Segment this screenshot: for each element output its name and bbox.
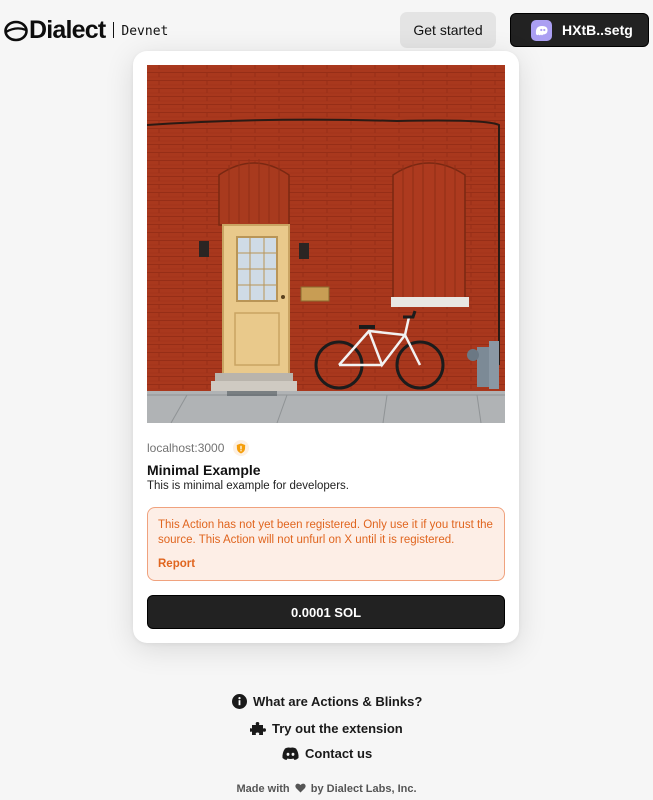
dialect-logo[interactable]: Dialect Devnet bbox=[4, 16, 168, 44]
made-with-prefix: Made with bbox=[236, 783, 290, 795]
puzzle-icon bbox=[250, 720, 266, 736]
warning-line-1: This Action has not yet been registered.… bbox=[158, 519, 493, 531]
what-are-actions-label: What are Actions & Blinks? bbox=[253, 694, 423, 709]
wallet-button[interactable]: HXtB..setg bbox=[510, 13, 649, 47]
action-card: localhost:3000 Minimal Example This is m… bbox=[133, 51, 519, 643]
environment-label: Devnet bbox=[121, 23, 169, 39]
info-icon bbox=[232, 694, 247, 709]
contact-us-label: Contact us bbox=[305, 746, 373, 761]
wallet-address: HXtB..setg bbox=[562, 22, 633, 38]
security-warning-icon[interactable] bbox=[233, 440, 250, 456]
donate-sol-button[interactable]: 0.0001 SOL bbox=[147, 595, 505, 629]
dialect-logo-icon bbox=[4, 19, 28, 42]
get-started-button[interactable]: Get started bbox=[400, 12, 496, 48]
made-with-suffix: by Dialect Labs, Inc. bbox=[310, 783, 417, 795]
action-host: localhost:3000 bbox=[147, 440, 250, 456]
action-image bbox=[147, 65, 505, 423]
report-link[interactable]: Report bbox=[158, 558, 195, 570]
unregistered-warning: This Action has not yet been registered.… bbox=[147, 507, 505, 581]
warning-line-2: source. This Action will not unfurl on X… bbox=[158, 533, 455, 546]
made-with-credit: Made with by Dialect Labs, Inc. bbox=[0, 783, 653, 796]
logo-divider bbox=[113, 22, 115, 38]
heart-icon bbox=[295, 783, 306, 796]
what-are-actions-link[interactable]: What are Actions & Blinks? bbox=[232, 694, 422, 709]
phantom-ghost-icon bbox=[531, 19, 552, 41]
action-description: This is minimal example for developers. bbox=[147, 480, 349, 492]
action-title: Minimal Example bbox=[147, 462, 261, 478]
host-url: localhost:3000 bbox=[147, 441, 225, 455]
discord-icon bbox=[282, 747, 299, 760]
try-extension-link[interactable]: Try out the extension bbox=[250, 720, 403, 736]
contact-us-link[interactable]: Contact us bbox=[282, 746, 372, 761]
try-extension-label: Try out the extension bbox=[272, 720, 403, 736]
logo-wordmark: Dialect bbox=[29, 16, 106, 44]
